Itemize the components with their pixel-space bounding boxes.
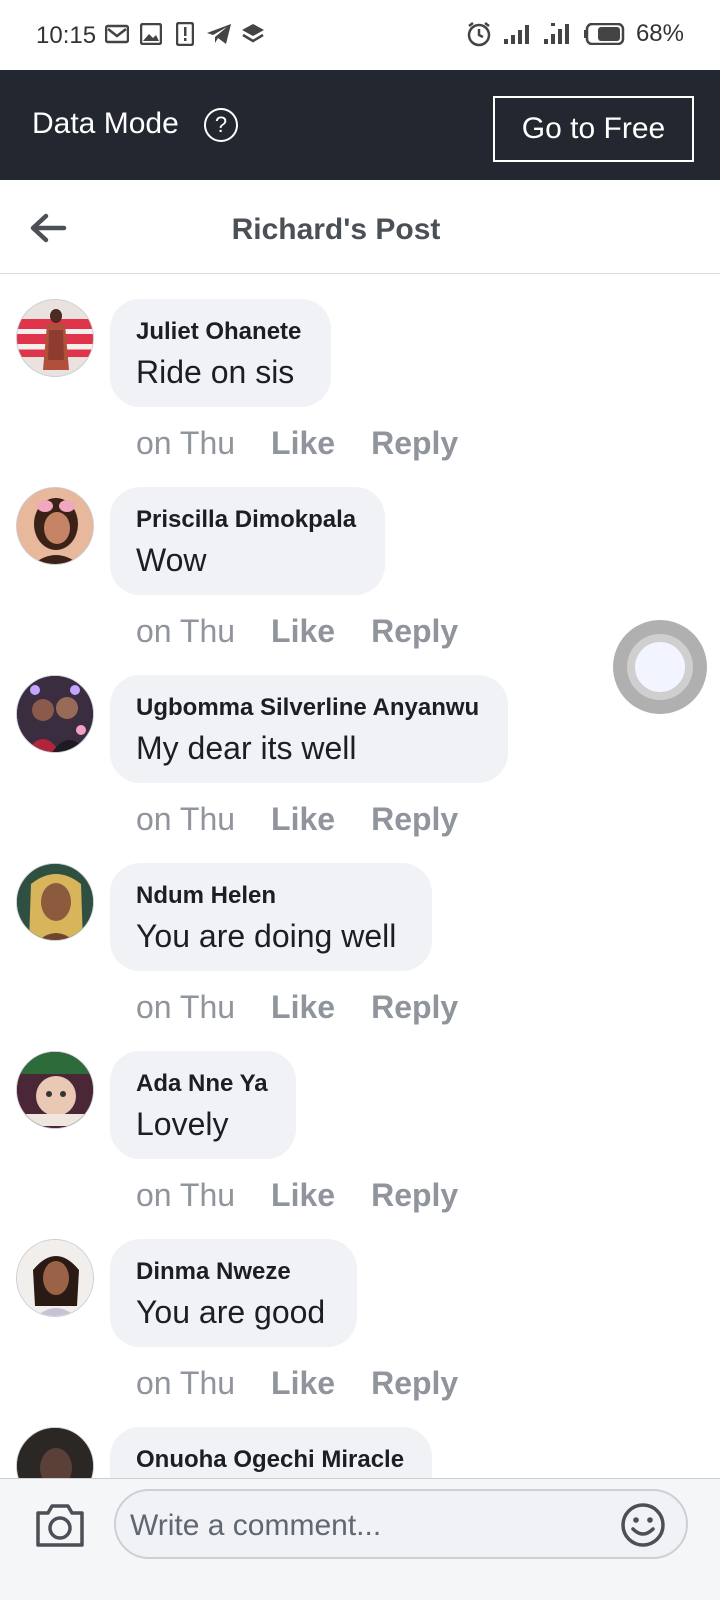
- comment-actions: on Thu Like Reply: [136, 989, 458, 1026]
- comment-item: Ugbomma Silverline Anyanwu My dear its w…: [0, 651, 720, 839]
- comment-text: My dear its well: [136, 730, 357, 766]
- avatar[interactable]: [16, 863, 94, 941]
- avatar[interactable]: [16, 675, 94, 753]
- avatar[interactable]: [16, 487, 94, 565]
- comment-input-placeholder: Write a comment...: [130, 1509, 382, 1542]
- notification-icons: [104, 22, 266, 46]
- reply-button[interactable]: Reply: [371, 801, 458, 838]
- help-icon[interactable]: ?: [204, 108, 238, 142]
- comment-text: Lovely: [136, 1106, 229, 1142]
- status-time: 10:15: [36, 22, 97, 49]
- reply-button[interactable]: Reply: [371, 425, 458, 462]
- comment-item: Priscilla Dimokpala Wow on Thu Like Reply: [0, 463, 720, 651]
- comment-actions: on Thu Like Reply: [136, 425, 458, 462]
- comment-author[interactable]: Juliet Ohanete: [136, 318, 305, 346]
- comment-bubble[interactable]: Ndum Helen You are doing well: [110, 863, 432, 971]
- signal-icon: [502, 22, 532, 46]
- reply-button[interactable]: Reply: [371, 613, 458, 650]
- reply-button[interactable]: Reply: [371, 1365, 458, 1402]
- system-icons: 68%: [466, 20, 684, 48]
- comment-actions: on Thu Like Reply: [136, 1365, 458, 1402]
- battery-icon: [582, 22, 626, 46]
- comment-text: Ride on sis: [136, 354, 295, 390]
- alarm-icon: [466, 22, 492, 47]
- floating-assist-ring: [627, 634, 693, 700]
- reply-button[interactable]: Reply: [371, 1177, 458, 1214]
- comment-item: Dinma Nweze You are good on Thu Like Reply: [0, 1215, 720, 1403]
- comment-timestamp: on Thu: [136, 801, 236, 837]
- comment-bubble[interactable]: Ada Nne Ya Lovely: [110, 1051, 296, 1159]
- comment-timestamp: on Thu: [136, 1365, 236, 1401]
- like-button[interactable]: Like: [271, 613, 335, 650]
- emoji-icon[interactable]: [620, 1502, 666, 1548]
- comment-actions: on Thu Like Reply: [136, 801, 458, 838]
- comment-bubble[interactable]: Priscilla Dimokpala Wow: [110, 487, 385, 595]
- comment-actions: on Thu Like Reply: [136, 613, 458, 650]
- comment-timestamp: on Thu: [136, 425, 236, 461]
- comment-bubble[interactable]: Onuoha Ogechi Miracle: [110, 1427, 432, 1478]
- data-mode-label: Data Mode: [32, 107, 179, 140]
- comment-text: You are good: [136, 1294, 326, 1330]
- like-button[interactable]: Like: [271, 1365, 335, 1402]
- page-title: Richard's Post: [231, 213, 441, 246]
- like-button[interactable]: Like: [271, 1177, 335, 1214]
- avatar[interactable]: [16, 1427, 94, 1478]
- image-icon: [138, 22, 164, 46]
- reply-button[interactable]: Reply: [371, 989, 458, 1026]
- comment-actions: on Thu Like Reply: [136, 1177, 458, 1214]
- comment-item: Ndum Helen You are doing well on Thu Like…: [0, 839, 720, 1027]
- comment-timestamp: on Thu: [136, 613, 236, 649]
- comment-item: Juliet Ohanete Ride on sis on Thu Like Rep…: [0, 275, 720, 463]
- like-button[interactable]: Like: [271, 801, 335, 838]
- comment-author[interactable]: Ada Nne Ya: [136, 1070, 270, 1098]
- comment-author[interactable]: Ndum Helen: [136, 882, 406, 910]
- telegram-icon: [206, 22, 232, 46]
- comment-bubble[interactable]: Ugbomma Silverline Anyanwu My dear its w…: [110, 675, 508, 783]
- go-to-free-button[interactable]: Go to Free: [493, 96, 694, 162]
- comment-author[interactable]: Dinma Nweze: [136, 1258, 331, 1286]
- comment-timestamp: on Thu: [136, 1177, 236, 1213]
- comment-bubble[interactable]: Juliet Ohanete Ride on sis: [110, 299, 331, 407]
- status-bar: 10:15 68%: [0, 0, 720, 70]
- comment-input[interactable]: Write a comment...: [114, 1489, 688, 1559]
- data-mode-banner: Data Mode ? Go to Free: [0, 70, 720, 180]
- comment-author[interactable]: Priscilla Dimokpala: [136, 506, 359, 534]
- layers-icon: [240, 22, 266, 46]
- avatar[interactable]: [16, 299, 94, 377]
- like-button[interactable]: Like: [271, 989, 335, 1026]
- battery-percentage: 68%: [635, 20, 684, 47]
- avatar[interactable]: [16, 1239, 94, 1317]
- floating-assist-button[interactable]: [613, 620, 707, 714]
- comment-text: Wow: [136, 542, 207, 578]
- comment-item: Onuoha Ogechi Miracle: [0, 1403, 720, 1478]
- comment-text: You are doing well: [136, 918, 397, 954]
- post-header: Richard's Post: [0, 180, 720, 274]
- comment-timestamp: on Thu: [136, 989, 236, 1025]
- comment-item: Ada Nne Ya Lovely on Thu Like Reply: [0, 1027, 720, 1215]
- comment-author[interactable]: Ugbomma Silverline Anyanwu: [136, 694, 482, 722]
- camera-icon[interactable]: [34, 1501, 86, 1549]
- comment-author[interactable]: Onuoha Ogechi Miracle: [136, 1446, 406, 1474]
- sim-alert-icon: [172, 22, 198, 46]
- floating-assist-core: [635, 642, 685, 692]
- comment-composer: Write a comment...: [0, 1478, 720, 1600]
- comment-list: Juliet Ohanete Ride on sis on Thu Like Rep…: [0, 275, 720, 1478]
- avatar[interactable]: [16, 1051, 94, 1129]
- comment-bubble[interactable]: Dinma Nweze You are good: [110, 1239, 357, 1347]
- like-button[interactable]: Like: [271, 425, 335, 462]
- signal-icon-2: [542, 22, 572, 46]
- mail-icon: [104, 22, 130, 46]
